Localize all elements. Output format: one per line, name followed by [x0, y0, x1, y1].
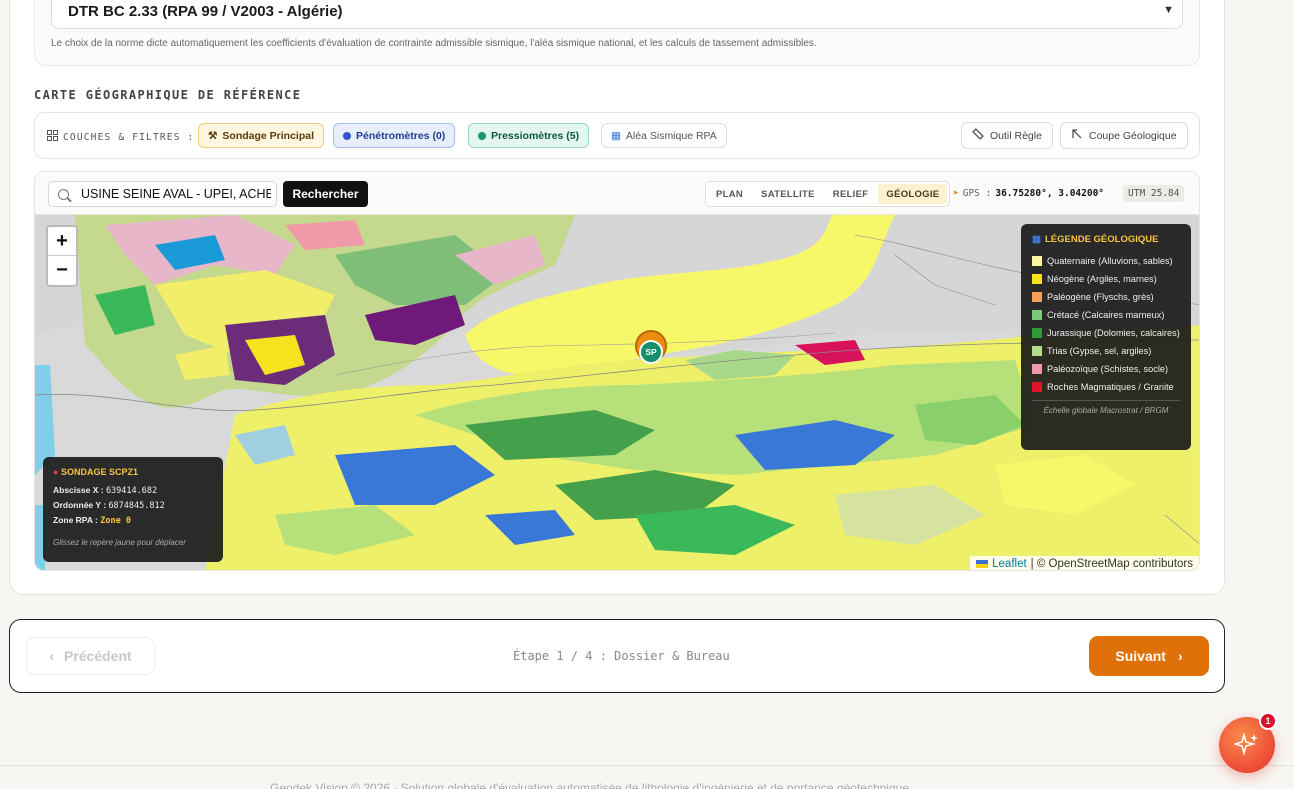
footer-divider — [0, 765, 1294, 766]
layer-tab-geologie[interactable]: GÉOLOGIE — [878, 184, 948, 204]
chip-sondage-principal[interactable]: ⚒ Sondage Principal — [198, 123, 325, 148]
zoom-out-button[interactable]: − — [48, 256, 76, 285]
abscisse-row: Abscisse X : 639414.682 — [53, 485, 158, 496]
norm-select-value: DTR BC 2.33 (RPA 99 / V2003 - Algérie) — [68, 3, 343, 20]
ruler-icon — [972, 128, 984, 143]
zoom-control: + − — [46, 225, 78, 287]
legend-item: Roches Magmatiques / Granite — [1032, 381, 1180, 394]
chevron-right-icon: › — [1177, 648, 1183, 664]
geological-section-button[interactable]: Coupe Géologique — [1060, 122, 1188, 149]
ruler-tool-button[interactable]: Outil Règle — [961, 122, 1053, 149]
layer-tab-satellite[interactable]: SATELLITE — [753, 184, 823, 204]
previous-button[interactable]: ‹ Précédent — [26, 637, 155, 675]
sondage-info-panel: ● SONDAGE SCPZ1 Abscisse X : 639414.682 … — [43, 457, 223, 562]
sparkles-icon — [1234, 732, 1258, 756]
project-card: DTR BC 2.33 (RPA 99 / V2003 - Algérie) ▼… — [9, 0, 1225, 595]
legend-swatch — [1032, 274, 1042, 284]
gps-readout: ➤ GPS : 36.75280°, 3.04200° — [953, 188, 1105, 199]
layers-filters-bar: COUCHES & FILTRES : ⚒ Sondage Principal … — [34, 112, 1200, 159]
leaflet-link[interactable]: Leaflet — [992, 558, 1027, 570]
book-icon: ▦ — [1032, 234, 1041, 245]
legend-item: Jurassique (Dolomies, calcaires) — [1032, 327, 1180, 340]
chip-penetrometres[interactable]: Pénétromètres (0) — [333, 123, 456, 148]
ukraine-flag-icon — [976, 560, 989, 568]
legend-footer: Échelle globale Macrostrat / BRGM — [1032, 400, 1180, 415]
legend-swatch — [1032, 346, 1042, 356]
map-panel: Rechercher PLAN SATELLITE RELIEF GÉOLOGI… — [34, 171, 1200, 571]
pin-icon: ● — [53, 467, 59, 477]
legend-swatch — [1032, 256, 1042, 266]
chevron-down-icon: ▼ — [1163, 4, 1174, 16]
location-arrow-icon: ➤ — [953, 188, 959, 199]
sondage-marker[interactable]: SP — [635, 330, 667, 364]
map-section-title: CARTE GÉOGRAPHIQUE DE RÉFÉRENCE — [34, 88, 302, 102]
chevron-left-icon: ‹ — [49, 648, 54, 664]
step-indicator: Étape 1 / 4 : Dossier & Bureau — [513, 649, 730, 663]
zoom-in-button[interactable]: + — [48, 227, 76, 256]
legend-item: Trias (Gypse, sel, argiles) — [1032, 345, 1180, 358]
notification-badge: 1 — [1259, 712, 1277, 730]
address-search-input[interactable] — [81, 185, 271, 203]
wizard-navigation: ‹ Précédent Étape 1 / 4 : Dossier & Bure… — [9, 619, 1225, 693]
search-icon — [58, 189, 69, 200]
marker-label: SP — [639, 340, 663, 364]
grid-icon — [47, 130, 58, 144]
utm-badge: UTM 25.84 — [1123, 185, 1185, 202]
legend-swatch — [1032, 328, 1042, 338]
legend-item: Crétacé (Calcaires marneux) — [1032, 309, 1180, 322]
address-search[interactable] — [48, 181, 277, 207]
footer-text: Geodek Vision © 2026 · Solution globale … — [270, 781, 909, 789]
legend-item: Néogène (Argiles, marnes) — [1032, 273, 1180, 286]
section-cut-icon — [1071, 128, 1083, 143]
chip-alea-sismique[interactable]: ▦ Aléa Sismique RPA — [601, 123, 727, 148]
green-dot-icon — [478, 131, 486, 140]
legend-swatch — [1032, 382, 1042, 392]
map-icon: ▦ — [611, 129, 621, 142]
legend-item: Paléozoïque (Schistes, socle) — [1032, 363, 1180, 376]
legend-swatch — [1032, 292, 1042, 302]
legend-swatch — [1032, 364, 1042, 374]
map-attribution: Leaflet | © OpenStreetMap contributors — [970, 556, 1199, 570]
zone-rpa-row: Zone RPA : Zone 0 — [53, 515, 131, 526]
drag-hint: Glissez le repère jaune pour déplacer — [53, 538, 186, 547]
blue-dot-icon — [343, 131, 351, 140]
filters-label: COUCHES & FILTRES : — [47, 130, 194, 144]
next-button[interactable]: Suivant › — [1089, 636, 1209, 676]
map-toolbar: Rechercher PLAN SATELLITE RELIEF GÉOLOGI… — [35, 172, 1199, 215]
ai-assistant-button[interactable]: 1 — [1219, 712, 1277, 773]
hammer-icon: ⚒ — [208, 129, 218, 142]
legend-title: ▦ LÉGENDE GÉOLOGIQUE — [1032, 234, 1159, 245]
sondage-info-title: ● SONDAGE SCPZ1 — [53, 467, 138, 477]
ordonnee-row: Ordonnée Y : 6874845.812 — [53, 500, 165, 511]
geological-legend: ▦ LÉGENDE GÉOLOGIQUE Quaternaire (Alluvi… — [1021, 224, 1191, 450]
norm-section: DTR BC 2.33 (RPA 99 / V2003 - Algérie) ▼… — [34, 0, 1200, 66]
layer-tab-plan[interactable]: PLAN — [708, 184, 751, 204]
base-layer-tabs: PLAN SATELLITE RELIEF GÉOLOGIE — [705, 181, 951, 207]
layer-tab-relief[interactable]: RELIEF — [825, 184, 877, 204]
norm-select[interactable]: DTR BC 2.33 (RPA 99 / V2003 - Algérie) ▼ — [51, 0, 1183, 29]
norm-help-text: Le choix de la norme dicte automatiqueme… — [51, 38, 817, 49]
legend-item: Paléogène (Flyschs, grès) — [1032, 291, 1180, 304]
chip-pressiometres[interactable]: Pressiomètres (5) — [468, 123, 590, 148]
legend-item: Quaternaire (Alluvions, sables) — [1032, 255, 1180, 268]
geological-map[interactable]: + − SP ▦ LÉGENDE GÉOLOGIQUE Quaternaire … — [35, 215, 1199, 570]
legend-swatch — [1032, 310, 1042, 320]
search-button[interactable]: Rechercher — [283, 181, 368, 207]
